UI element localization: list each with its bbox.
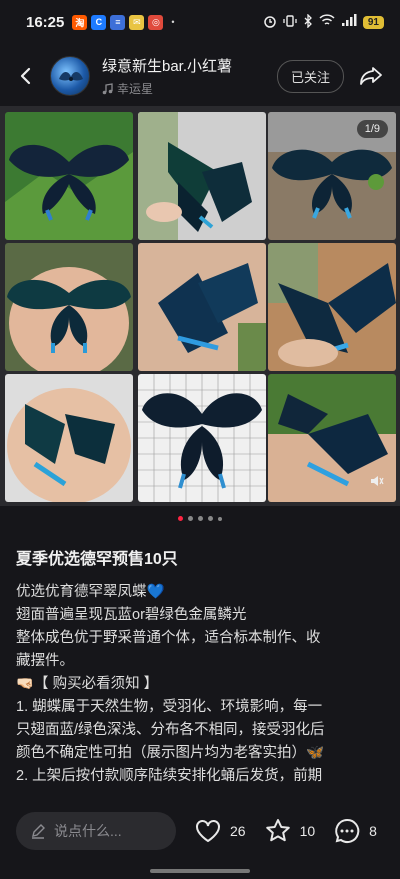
- post-header: 绿意新生bar.小红薯 幸运星 已关注: [0, 46, 400, 106]
- comment-button[interactable]: 8: [333, 817, 377, 845]
- back-icon[interactable]: [16, 66, 36, 86]
- comment-placeholder: 说点什么...: [54, 823, 122, 839]
- post-line: 只翅面蓝/绿色深浅、分布各不相同，接受羽化后: [16, 722, 325, 738]
- carousel-dot[interactable]: [198, 516, 203, 521]
- like-button[interactable]: 26: [194, 817, 246, 845]
- post-line: 1. 蝴蝶属于天然生物，受羽化、环境影响，每一: [16, 699, 323, 715]
- avatar[interactable]: [50, 56, 90, 96]
- butterfly-photo-6[interactable]: [268, 243, 396, 371]
- share-icon[interactable]: [358, 63, 384, 89]
- status-right: 91: [263, 12, 384, 31]
- favorite-button[interactable]: 10: [264, 817, 316, 845]
- music-note-icon: [102, 82, 113, 94]
- butterfly-photo-2[interactable]: [138, 112, 266, 240]
- battery-indicator: 91: [362, 15, 384, 29]
- pencil-icon: [32, 824, 45, 839]
- signal-icon: [341, 14, 357, 30]
- butterfly-photo-5[interactable]: [138, 243, 266, 371]
- notes-app-icon: ≡: [110, 14, 126, 30]
- status-bar: 16:25 淘 C ≡ ✉ ◎ • 91: [0, 0, 400, 44]
- follow-button[interactable]: 已关注: [276, 59, 344, 93]
- home-indicator[interactable]: [150, 869, 250, 873]
- post-line: 🤜🏻【 购买必看须知 】: [16, 676, 159, 692]
- alarm-icon: [263, 14, 277, 31]
- post-content: 夏季优选德罕预售10只 优选优育德罕翠凤蝶💙 翅面普遍呈现瓦蓝or碧绿色金属鳞光…: [16, 545, 386, 797]
- carousel-dot[interactable]: [178, 516, 183, 521]
- browser-app-icon: C: [91, 14, 107, 30]
- sound-icon[interactable]: [370, 474, 384, 488]
- more-notifications-dot: •: [171, 17, 175, 27]
- butterfly-photo-1[interactable]: [5, 112, 133, 240]
- bluetooth-icon: [303, 12, 313, 31]
- carousel-dots: [0, 516, 400, 521]
- star-icon: [265, 819, 290, 842]
- butterfly-photo-8[interactable]: [138, 374, 266, 502]
- comment-count: 8: [369, 823, 377, 839]
- post-title: 夏季优选德罕预售10只: [16, 551, 178, 568]
- carousel-dot[interactable]: [208, 516, 213, 521]
- post-line: 翅面普遍呈现瓦蓝or碧绿色金属鳞光: [16, 607, 247, 623]
- like-count: 26: [230, 823, 246, 839]
- butterfly-photo-7[interactable]: [5, 374, 133, 502]
- wifi-icon: [319, 14, 335, 30]
- taobao-app-icon: 淘: [72, 14, 88, 30]
- post-line: 藏摆件。: [16, 653, 74, 669]
- post-line: 颜色不确定性可拍（展示图片均为老客实拍）🦋: [16, 745, 325, 761]
- vibrate-icon: [283, 14, 297, 31]
- carousel-dot[interactable]: [188, 516, 193, 521]
- weibo-app-icon: ◎: [148, 14, 164, 30]
- user-subtitle: 幸运星: [102, 80, 277, 97]
- post-line: 2. 上架后按付款顺序陆续安排化蛹后发货，前期: [16, 768, 323, 784]
- heart-icon: [196, 820, 220, 843]
- user-name[interactable]: 绿意新生bar.小红薯: [102, 55, 277, 76]
- comment-bubble-icon: [335, 818, 360, 843]
- post-line: 优选优育德罕翠凤蝶💙: [16, 584, 165, 600]
- carousel-dot[interactable]: [218, 516, 222, 521]
- user-subtitle-text: 幸运星: [117, 82, 154, 96]
- user-info[interactable]: 绿意新生bar.小红薯 幸运星: [102, 55, 277, 97]
- comment-input[interactable]: 说点什么...: [16, 812, 176, 850]
- image-gallery[interactable]: 1/9: [0, 106, 400, 506]
- bottom-action-bar: 说点什么... 26 10 8: [0, 800, 400, 862]
- post-line: 整体成色优于野采普通个体，适合标本制作、收: [16, 630, 321, 646]
- mail-app-icon: ✉: [129, 14, 145, 30]
- page-indicator: 1/9: [356, 120, 388, 138]
- status-time: 16:25: [26, 13, 65, 31]
- favorite-count: 10: [299, 823, 316, 839]
- butterfly-photo-4[interactable]: [5, 243, 133, 371]
